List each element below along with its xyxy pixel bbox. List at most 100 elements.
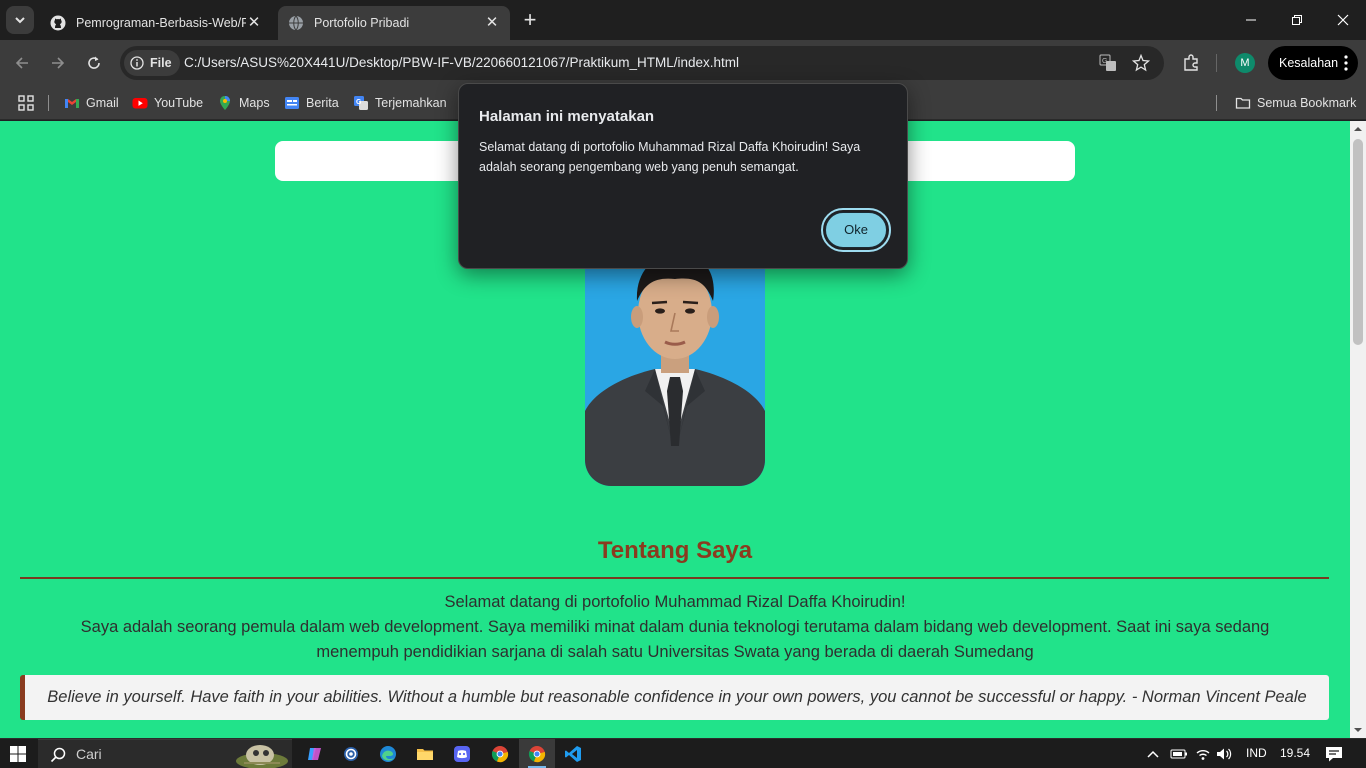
star-icon[interactable] <box>1131 53 1151 73</box>
scroll-down-icon[interactable] <box>1354 726 1362 734</box>
bookmark-label: Terjemahkan <box>375 96 447 110</box>
translate-page-icon[interactable]: G <box>1098 53 1118 73</box>
taskbar-chrome-active[interactable] <box>526 743 548 765</box>
discord-icon <box>454 746 470 762</box>
scroll-up-icon[interactable] <box>1354 125 1362 133</box>
info-icon <box>130 56 144 70</box>
taskbar-discord[interactable] <box>451 743 473 765</box>
section-divider <box>20 577 1329 579</box>
chevron-down-icon <box>15 17 25 24</box>
page-scrollbar[interactable] <box>1350 121 1366 738</box>
scroll-thumb[interactable] <box>1353 139 1363 345</box>
profile-avatar[interactable]: M <box>1235 53 1255 73</box>
copilot-icon <box>308 748 321 760</box>
address-bar[interactable]: File C:/Users/ASUS%20X441U/Desktop/PBW-I… <box>120 46 1164 80</box>
close-icon <box>1337 14 1349 26</box>
taskbar-edge[interactable] <box>377 743 399 765</box>
site-info-label: File <box>150 56 172 70</box>
search-highlight-icon <box>236 745 288 768</box>
forward-button[interactable] <box>43 48 73 78</box>
maps-icon <box>220 96 230 110</box>
close-tab-icon[interactable]: ✕ <box>246 15 262 31</box>
tab-strip: Pemrograman-Berbasis-Web/PBW ✕ Portofoli… <box>0 0 1366 40</box>
folder-icon <box>417 749 433 760</box>
clock[interactable]: 19.54 <box>1280 746 1310 760</box>
taskbar-search-placeholder: Cari <box>76 746 102 762</box>
edge-icon <box>380 746 396 762</box>
bookmark-label: Gmail <box>86 96 119 110</box>
windows-start-icon[interactable] <box>10 746 26 762</box>
bookmark-divider <box>1216 95 1217 111</box>
chevron-up-icon[interactable] <box>1146 748 1160 760</box>
minimize-icon <box>1246 19 1256 21</box>
dialog-title: Halaman ini menyatakan <box>479 108 655 125</box>
bookmark-divider <box>48 95 49 111</box>
svg-text:G: G <box>356 99 362 106</box>
tab-portfolio[interactable]: Portofolio Pribadi ✕ <box>278 6 510 40</box>
close-tab-icon[interactable]: ✕ <box>484 15 500 31</box>
chrome-icon <box>491 746 509 763</box>
all-bookmarks-label: Semua Bookmark <box>1257 96 1357 110</box>
taskbar-vscode[interactable] <box>562 743 584 765</box>
arrow-right-icon <box>52 57 65 69</box>
ok-button-label: Oke <box>825 212 887 248</box>
volume-icon[interactable] <box>1216 746 1234 762</box>
taskbar-copilot[interactable] <box>304 743 326 765</box>
globe-icon <box>289 15 303 31</box>
bookmark-label: Maps <box>239 96 270 110</box>
browser-toolbar: File C:/Users/ASUS%20X441U/Desktop/PBW-I… <box>0 40 1366 86</box>
about-intro: Selamat datang di portofolio Muhammad Ri… <box>444 593 906 611</box>
news-icon <box>285 97 299 109</box>
tab-title: Portofolio Pribadi <box>314 16 410 30</box>
minimize-button[interactable] <box>1228 0 1274 40</box>
bookmark-youtube[interactable]: YouTube <box>132 93 203 113</box>
github-icon <box>50 15 66 31</box>
url-text[interactable]: C:/Users/ASUS%20X441U/Desktop/PBW-IF-VB/… <box>184 55 739 70</box>
taskbar-chrome[interactable] <box>489 743 511 765</box>
new-tab-button[interactable]: + <box>518 9 542 33</box>
error-button[interactable]: Kesalahan <box>1268 46 1358 80</box>
back-button[interactable] <box>7 48 37 78</box>
gmail-icon <box>65 99 79 108</box>
tab-search-button[interactable] <box>6 6 34 34</box>
bookmark-maps[interactable]: Maps <box>217 93 270 113</box>
vscode-icon <box>565 746 581 762</box>
bookmark-news[interactable]: Berita <box>284 93 339 113</box>
more-menu-icon <box>1344 55 1348 71</box>
toolbar-divider <box>1216 54 1217 72</box>
reload-button[interactable] <box>79 48 109 78</box>
tab-github[interactable]: Pemrograman-Berbasis-Web/PBW ✕ <box>40 6 272 40</box>
language-indicator[interactable]: IND <box>1246 746 1267 760</box>
taskbar-settings-app[interactable] <box>340 743 362 765</box>
bookmark-label: YouTube <box>154 96 204 110</box>
gear-icon <box>344 747 358 761</box>
restore-icon <box>1292 15 1302 25</box>
tab-title: Pemrograman-Berbasis-Web/PBW <box>76 16 246 30</box>
bookmark-gmail[interactable]: Gmail <box>64 93 119 113</box>
chrome-icon <box>528 746 546 763</box>
section-title: Tentang Saya <box>597 537 753 564</box>
site-info-chip[interactable]: File <box>124 50 180 76</box>
close-window-button[interactable] <box>1320 0 1366 40</box>
reload-icon <box>88 56 100 69</box>
extensions-icon[interactable] <box>1178 50 1204 76</box>
restore-button[interactable] <box>1274 0 1320 40</box>
youtube-icon <box>132 98 148 109</box>
battery-icon[interactable] <box>1170 747 1188 761</box>
taskbar-search[interactable]: Cari <box>38 739 292 768</box>
quote-block: Believe in yourself. Have faith in your … <box>20 675 1329 720</box>
svg-text:G: G <box>1102 58 1107 65</box>
profile-photo <box>585 241 765 486</box>
translate-icon: G <box>354 96 368 110</box>
ok-button[interactable]: Oke <box>821 208 891 252</box>
folder-icon <box>1235 97 1251 109</box>
bookmark-translate[interactable]: G Terjemahkan <box>353 93 447 113</box>
apps-grid-icon <box>18 95 34 111</box>
about-body: Saya adalah seorang pemula dalam web dev… <box>80 618 1270 661</box>
bookmark-label: Berita <box>306 96 339 110</box>
taskbar-file-explorer[interactable] <box>414 743 436 765</box>
wifi-icon[interactable] <box>1195 746 1211 762</box>
notification-icon[interactable] <box>1325 746 1343 762</box>
all-bookmarks-button[interactable]: Semua Bookmark <box>1235 93 1356 113</box>
apps-button[interactable] <box>18 93 34 113</box>
